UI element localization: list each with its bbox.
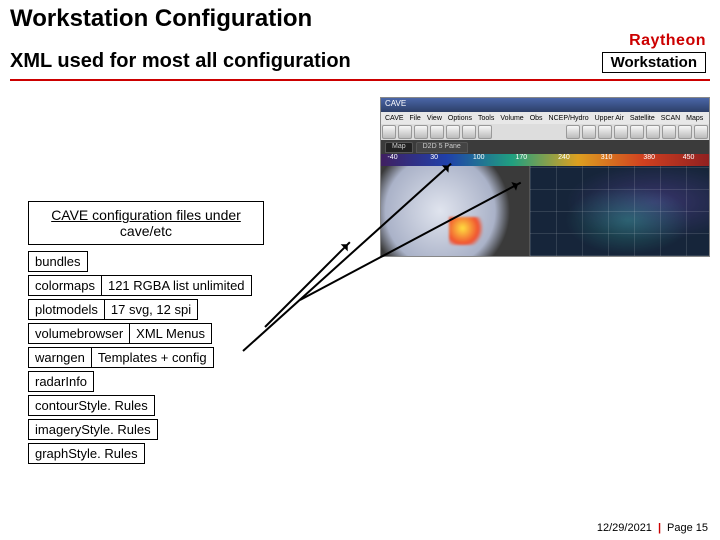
config-files-column: CAVE configuration files under cave/etc … <box>28 201 348 466</box>
config-label: plotmodels <box>28 299 105 320</box>
legend-tick: 450 <box>683 154 695 161</box>
config-row-plotmodels: plotmodels 17 svg, 12 spi <box>28 299 348 320</box>
legend-tick: 310 <box>601 154 613 161</box>
toolbar-button-icon <box>566 125 580 139</box>
menu-item: Upper Air <box>595 115 624 122</box>
config-detail: XML Menus <box>129 323 212 344</box>
config-label: colormaps <box>28 275 102 296</box>
config-label: imageryStyle. Rules <box>28 419 158 440</box>
slide-title: Workstation Configuration <box>10 6 710 32</box>
menu-item: Maps <box>686 115 703 122</box>
toolbar-button-icon <box>414 125 428 139</box>
menu-item: NCEP/Hydro <box>549 115 589 122</box>
toolbar-button-icon <box>598 125 612 139</box>
legend-tick: 170 <box>515 154 527 161</box>
config-label: bundles <box>28 251 88 272</box>
slide-header: Workstation Configuration XML used for m… <box>0 0 720 75</box>
legend-tick: -40 <box>388 154 398 161</box>
toolbar-button-icon <box>382 125 396 139</box>
config-row-warngen: warngen Templates + config <box>28 347 348 368</box>
menu-item: File <box>410 115 421 122</box>
toolbar-button-icon <box>614 125 628 139</box>
screenshot-titlebar: CAVE <box>381 98 709 112</box>
toolbar-button-icon <box>398 125 412 139</box>
footer-separator-icon: | <box>658 522 661 534</box>
cave-app-screenshot: CAVE CAVE File View Options Tools Volume… <box>380 97 710 257</box>
config-label: warngen <box>28 347 92 368</box>
menu-item: Options <box>448 115 472 122</box>
toolbar-button-icon <box>646 125 660 139</box>
toolbar-button-icon <box>678 125 692 139</box>
legend-tick: 240 <box>558 154 570 161</box>
slide-subtitle: XML used for most all configuration <box>10 50 351 73</box>
config-row-imagerystylerules: imageryStyle. Rules <box>28 419 348 440</box>
callout-line1: CAVE configuration files under <box>51 207 241 223</box>
config-row-bundles: bundles <box>28 251 348 272</box>
screenshot-tabrow: Map D2D 5 Pane <box>381 140 709 154</box>
menu-item: Satellite <box>630 115 655 122</box>
legend-tick: 100 <box>473 154 485 161</box>
toolbar-button-icon <box>662 125 676 139</box>
menu-item: Obs <box>530 115 543 122</box>
toolbar-button-icon <box>582 125 596 139</box>
config-row-radarinfo: radarInfo <box>28 371 348 392</box>
screenshot-colorbar: -40 30 100 170 240 310 380 450 <box>381 154 709 166</box>
toolbar-button-icon <box>694 125 708 139</box>
screenshot-menubar: CAVE File View Options Tools Volume Obs … <box>381 112 709 124</box>
menu-item: CAVE <box>385 115 404 122</box>
screenshot-tab: Map <box>385 142 413 153</box>
config-detail: 121 RGBA list unlimited <box>101 275 252 296</box>
footer-page: Page 15 <box>667 522 708 534</box>
menu-item: View <box>427 115 442 122</box>
footer-date: 12/29/2021 <box>597 522 652 534</box>
screenshot-tab: D2D 5 Pane <box>416 142 468 153</box>
toolbar-button-icon <box>478 125 492 139</box>
toolbar-button-icon <box>430 125 444 139</box>
toolbar-button-icon <box>446 125 460 139</box>
config-row-colormaps: colormaps 121 RGBA list unlimited <box>28 275 348 296</box>
config-label: graphStyle. Rules <box>28 443 145 464</box>
legend-tick: 380 <box>643 154 655 161</box>
menu-item: Tools <box>478 115 494 122</box>
menu-item: SCAN <box>661 115 680 122</box>
toolbar-button-icon <box>630 125 644 139</box>
config-label: contourStyle. Rules <box>28 395 155 416</box>
slide-footer: 12/29/2021 | Page 15 <box>597 522 708 534</box>
menu-item: Volume <box>500 115 523 122</box>
slide-body: CAVE CAVE File View Options Tools Volume… <box>0 81 720 501</box>
legend-tick: 30 <box>430 154 438 161</box>
config-label: volumebrowser <box>28 323 130 344</box>
toolbar-button-icon <box>462 125 476 139</box>
config-row-contourstylerules: contourStyle. Rules <box>28 395 348 416</box>
workstation-label-box: Workstation <box>602 52 706 73</box>
config-row-graphstylerules: graphStyle. Rules <box>28 443 348 464</box>
screenshot-map-pane <box>529 166 709 256</box>
callout-cave-config: CAVE configuration files under cave/etc <box>28 201 264 244</box>
screenshot-toolbar <box>381 124 709 140</box>
callout-line2: cave/etc <box>120 223 172 239</box>
raytheon-logo: Raytheon <box>629 32 706 50</box>
config-row-volumebrowser: volumebrowser XML Menus <box>28 323 348 344</box>
config-label: radarInfo <box>28 371 94 392</box>
config-detail: Templates + config <box>91 347 214 368</box>
config-detail: 17 svg, 12 spi <box>104 299 198 320</box>
